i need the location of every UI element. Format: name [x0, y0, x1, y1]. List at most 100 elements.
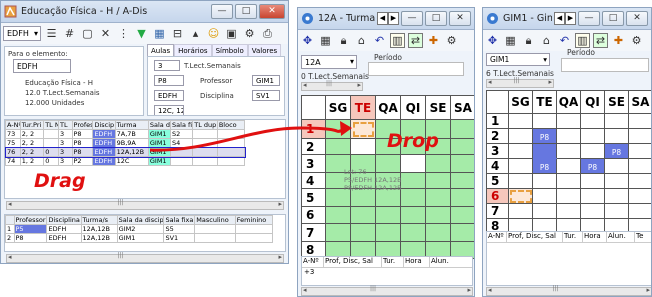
class-dropdown[interactable]: 12A ▾ — [301, 55, 357, 69]
timetable-cell[interactable] — [508, 128, 533, 144]
timetable-cell[interactable] — [508, 113, 533, 129]
hat-icon[interactable]: ▴ — [188, 26, 203, 41]
timetable-cell[interactable] — [508, 143, 533, 159]
period-header[interactable]: 7 — [301, 223, 326, 242]
periodo-field[interactable] — [368, 62, 464, 76]
day-header[interactable]: SE — [425, 95, 451, 120]
timetable-cell[interactable] — [508, 203, 533, 219]
para-element-field[interactable]: EDFH — [13, 59, 71, 73]
timetable-cell[interactable] — [580, 173, 605, 189]
timetable-cell[interactable] — [556, 173, 581, 189]
timetable-cell[interactable] — [350, 138, 376, 155]
timetable-cell[interactable] — [556, 143, 581, 159]
timetable-cell[interactable] — [556, 203, 581, 219]
timetable-cell[interactable] — [628, 128, 651, 144]
period-header[interactable]: 6 — [301, 206, 326, 224]
column-header[interactable]: Tur. — [563, 232, 583, 242]
delete-icon[interactable]: ✕ — [98, 26, 113, 41]
timetable-cell[interactable] — [450, 138, 474, 155]
column-header[interactable]: Alun. — [607, 232, 635, 242]
timetable-cell[interactable] — [375, 223, 401, 242]
smile-icon[interactable]: ☺ — [206, 26, 221, 41]
tree-icon[interactable]: ⊟ — [170, 26, 185, 41]
lesson-list-scrollbar[interactable]: ||| — [486, 285, 651, 296]
pin-icon[interactable]: ⌂ — [539, 33, 554, 48]
timetable-cell[interactable] — [508, 173, 533, 189]
move-icon[interactable]: ✥ — [485, 33, 500, 48]
undo-icon[interactable]: ↶ — [372, 33, 387, 48]
columns-icon[interactable]: ⋮ — [116, 26, 131, 41]
day-header[interactable]: TE — [532, 90, 557, 114]
timetable-cell[interactable] — [628, 143, 651, 159]
timetable-cell[interactable] — [604, 188, 629, 204]
undo-icon[interactable]: ↶ — [557, 33, 572, 48]
table-row[interactable]: 1 P5 EDFH 12A,12B GIM2 S5 — [5, 224, 274, 234]
timetable-cell[interactable] — [604, 158, 629, 174]
period-header[interactable]: 4 — [486, 158, 509, 174]
print-icon[interactable]: ⎙ — [260, 26, 275, 41]
lock-icon[interactable]: 🔒︎ — [336, 33, 351, 48]
calendar-icon[interactable]: ▣ — [224, 26, 239, 41]
timetable-cell[interactable] — [580, 143, 605, 159]
period-header[interactable]: 3 — [301, 154, 326, 173]
timetable-cell[interactable] — [425, 154, 451, 173]
swap-icon[interactable]: ⇄ — [593, 33, 608, 48]
timetable-cell[interactable] — [375, 206, 401, 224]
day-header[interactable]: SG — [508, 90, 533, 114]
timetable-cell[interactable] — [450, 154, 474, 173]
timetable-cell[interactable] — [425, 223, 451, 242]
column-header[interactable]: Sala fi — [170, 120, 194, 130]
minimize-button[interactable]: — — [578, 11, 600, 26]
timetable-cell[interactable] — [350, 223, 376, 242]
coupling-table-scrollbar[interactable]: ||| — [6, 252, 284, 263]
timetable-cell[interactable] — [350, 206, 376, 224]
timetable-cell[interactable] — [604, 173, 629, 189]
lesson-table-scrollbar[interactable]: ||| — [6, 199, 284, 210]
column-header[interactable]: Discip — [92, 120, 116, 130]
column-header[interactable]: TL Nã — [43, 120, 59, 130]
disciplina-room-field[interactable]: SV1 — [252, 90, 280, 101]
column-header[interactable]: Te — [635, 232, 645, 242]
timetable-cell[interactable] — [325, 223, 351, 242]
maximize-button[interactable]: □ — [235, 4, 257, 19]
day-header[interactable]: QI — [580, 90, 605, 114]
column-header[interactable]: Sala da discip. — [116, 215, 165, 225]
day-header[interactable]: SA — [450, 95, 474, 120]
close-button[interactable]: ✕ — [626, 11, 648, 26]
timetable-cell[interactable] — [580, 128, 605, 144]
table-row-selected[interactable]: 76 2, 2 0 3 P8 EDFH 12A,12B GIM1 — [5, 146, 246, 158]
period-header[interactable]: 6 — [486, 188, 509, 204]
maximize-button[interactable]: □ — [602, 11, 624, 26]
table-row[interactable]: 73 2, 2 3 P8 EDFH 7A,7B GIM1 S2 — [5, 129, 246, 139]
swap-icon[interactable]: ⇄ — [408, 33, 423, 48]
timetable-cell[interactable] — [628, 173, 651, 189]
column-header[interactable]: Disciplina — [46, 215, 82, 225]
table-row[interactable]: 74 1, 2 0 3 P2 EDFH 12C GIM1 — [5, 156, 246, 166]
column-header[interactable]: Sala fixa — [163, 215, 196, 225]
lesson-cell[interactable] — [532, 143, 557, 159]
timetable-cell[interactable] — [580, 188, 605, 204]
view-icon[interactable]: ▥ — [390, 33, 405, 48]
day-header[interactable]: QA — [375, 95, 401, 120]
element-dropdown[interactable]: EDFH ▾ — [3, 26, 41, 41]
timetable-cell[interactable] — [628, 113, 651, 129]
day-header[interactable]: SG — [325, 95, 351, 120]
prev-icon[interactable]: ◀ — [554, 12, 565, 25]
column-header[interactable]: Alun. — [430, 257, 460, 267]
column-header[interactable]: Profes — [71, 120, 94, 130]
lesson-cell[interactable]: P8 — [604, 143, 629, 159]
column-header[interactable]: Sala d — [147, 120, 172, 130]
column-header[interactable]: Tur.Pri — [19, 120, 45, 130]
minimize-button[interactable]: — — [401, 11, 423, 26]
next-icon[interactable]: ▶ — [388, 12, 399, 25]
column-header[interactable]: Professor — [13, 215, 48, 225]
timetable-cell[interactable] — [325, 206, 351, 224]
close-button[interactable]: ✕ — [449, 11, 471, 26]
column-header[interactable]: Turma/s — [80, 215, 118, 225]
prev-icon[interactable]: ◀ — [377, 12, 388, 25]
timetable-cell[interactable] — [556, 113, 581, 129]
professor-field[interactable]: P8 — [154, 75, 184, 86]
lesson-list-scrollbar[interactable]: ||| — [301, 285, 473, 296]
disciplina-field[interactable]: EDFH — [154, 90, 184, 101]
timetable-cell[interactable] — [580, 203, 605, 219]
